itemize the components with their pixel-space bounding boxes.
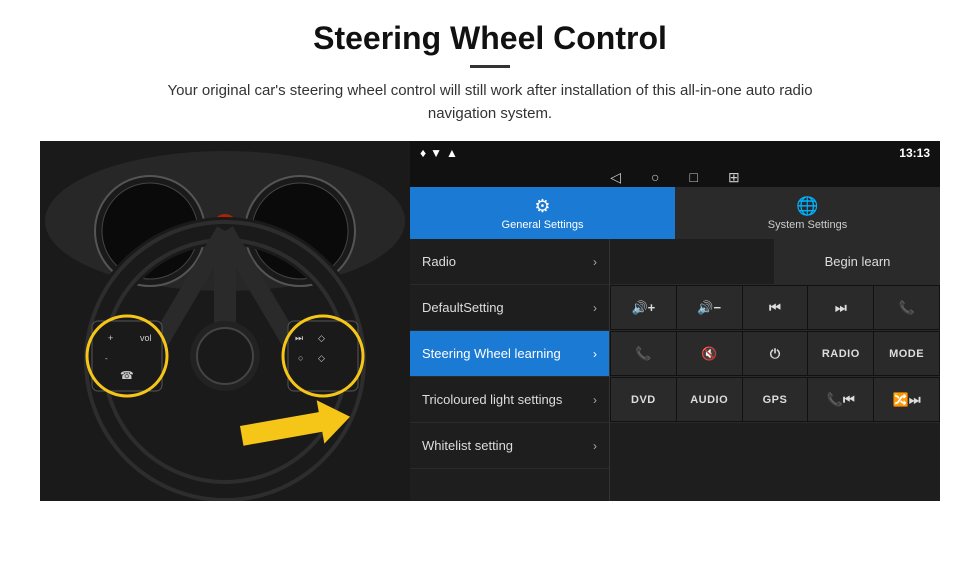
vol-down-button[interactable]: 🔊−	[677, 286, 742, 329]
power-icon: ⏻	[770, 346, 780, 362]
vol-up-icon: 🔊+	[632, 300, 656, 316]
location-icon: ♦	[420, 146, 426, 160]
gps-button[interactable]: GPS	[743, 378, 808, 421]
chevron-icon: ›	[593, 393, 597, 407]
audio-button[interactable]: AUDIO	[677, 378, 742, 421]
chevron-icon: ›	[593, 439, 597, 453]
svg-text:○: ○	[298, 353, 303, 363]
vol-down-icon: 🔊−	[697, 300, 721, 316]
menu-steering-label: Steering Wheel learning	[422, 346, 593, 362]
status-icons: ♦ ▼ ▲	[420, 146, 458, 160]
android-panel: ♦ ▼ ▲ 13:13 ◁ ○ □ ⊞ ⚙ General Settings	[410, 141, 940, 501]
svg-text:⏭: ⏭	[295, 333, 303, 343]
menu-item-default[interactable]: DefaultSetting ›	[410, 285, 609, 331]
content-area: + vol - ☎ ⏭ ◇ ○ ◇	[40, 141, 940, 501]
svg-text:☎: ☎	[120, 370, 134, 382]
tab-system-label: System Settings	[768, 219, 847, 231]
answer-icon: 📞	[635, 346, 651, 362]
home-nav-icon[interactable]: ○	[651, 169, 659, 183]
controls-panel: Begin learn 🔊+ 🔊− ⏮	[610, 239, 940, 501]
next-track-button[interactable]: ⏭	[808, 286, 873, 329]
recent-nav-icon[interactable]: □	[690, 169, 698, 183]
phone-button-1[interactable]: 📞	[874, 286, 939, 329]
svg-text:◇: ◇	[318, 353, 325, 363]
chevron-icon: ›	[593, 301, 597, 315]
shuffle-next-icon: 🔀⏭	[893, 392, 921, 408]
phone-prev-button[interactable]: 📞⏮	[808, 378, 873, 421]
menu-item-tricoloured[interactable]: Tricoloured light settings ›	[410, 377, 609, 423]
svg-text:vol: vol	[140, 333, 152, 343]
empty-cell	[610, 239, 775, 284]
vol-up-button[interactable]: 🔊+	[611, 286, 676, 329]
main-content: Radio › DefaultSetting › Steering Wheel …	[410, 239, 940, 501]
power-button[interactable]: ⏻	[743, 332, 808, 375]
status-bar: ♦ ▼ ▲ 13:13	[410, 141, 940, 165]
signal-down-icon: ▼	[430, 146, 442, 160]
signal-up-icon: ▲	[446, 146, 458, 160]
radio-button[interactable]: RADIO	[808, 332, 873, 375]
nav-bar: ◁ ○ □ ⊞	[410, 165, 940, 187]
prev-track-button[interactable]: ⏮	[743, 286, 808, 329]
answer-call-button[interactable]: 📞	[611, 332, 676, 375]
subtitle: Your original car's steering wheel contr…	[140, 80, 840, 125]
chevron-icon: ›	[593, 255, 597, 269]
mute-button[interactable]: 🔇	[677, 332, 742, 375]
page-title: Steering Wheel Control	[40, 20, 940, 57]
status-time: 13:13	[899, 146, 930, 160]
tab-general[interactable]: ⚙ General Settings	[410, 187, 675, 239]
phone-prev-icon: 📞⏮	[827, 392, 855, 408]
svg-text:+: +	[108, 333, 113, 343]
prev-track-icon: ⏮	[769, 300, 781, 316]
title-divider	[470, 65, 510, 68]
menu-radio-label: Radio	[422, 254, 593, 270]
menu-default-label: DefaultSetting	[422, 300, 593, 316]
phone-icon: 📞	[898, 300, 914, 316]
back-nav-icon[interactable]: ◁	[610, 169, 621, 183]
dvd-button[interactable]: DVD	[611, 378, 676, 421]
button-row-1: 🔊+ 🔊− ⏮ ⏭ 📞	[610, 285, 940, 331]
tab-bar: ⚙ General Settings 🌐 System Settings	[410, 187, 940, 239]
mute-icon: 🔇	[701, 346, 717, 362]
radio-row: Begin learn	[610, 239, 940, 285]
tab-general-label: General Settings	[502, 219, 584, 231]
button-row-2: 📞 🔇 ⏻ RADIO MODE	[610, 331, 940, 377]
general-settings-icon: ⚙	[534, 196, 550, 217]
shuffle-next-button[interactable]: 🔀⏭	[874, 378, 939, 421]
mode-button[interactable]: MODE	[874, 332, 939, 375]
page-wrapper: Steering Wheel Control Your original car…	[0, 0, 980, 511]
svg-text:-: -	[105, 354, 108, 363]
menu-item-whitelist[interactable]: Whitelist setting ›	[410, 423, 609, 469]
chevron-icon: ›	[593, 347, 597, 361]
menu-item-radio[interactable]: Radio ›	[410, 239, 609, 285]
title-section: Steering Wheel Control Your original car…	[40, 20, 940, 125]
begin-learn-button[interactable]: Begin learn	[775, 239, 940, 284]
apps-nav-icon[interactable]: ⊞	[728, 169, 740, 183]
tab-system[interactable]: 🌐 System Settings	[675, 187, 940, 239]
menu-item-steering[interactable]: Steering Wheel learning ›	[410, 331, 609, 377]
steering-wheel-panel: + vol - ☎ ⏭ ◇ ○ ◇	[40, 141, 410, 501]
menu-tricoloured-label: Tricoloured light settings	[422, 392, 593, 408]
menu-whitelist-label: Whitelist setting	[422, 438, 593, 454]
svg-text:◇: ◇	[318, 333, 325, 343]
next-track-icon: ⏭	[835, 300, 847, 316]
button-row-3: DVD AUDIO GPS 📞⏮ 🔀⏭	[610, 377, 940, 423]
menu-list: Radio › DefaultSetting › Steering Wheel …	[410, 239, 610, 501]
system-settings-icon: 🌐	[796, 196, 818, 217]
